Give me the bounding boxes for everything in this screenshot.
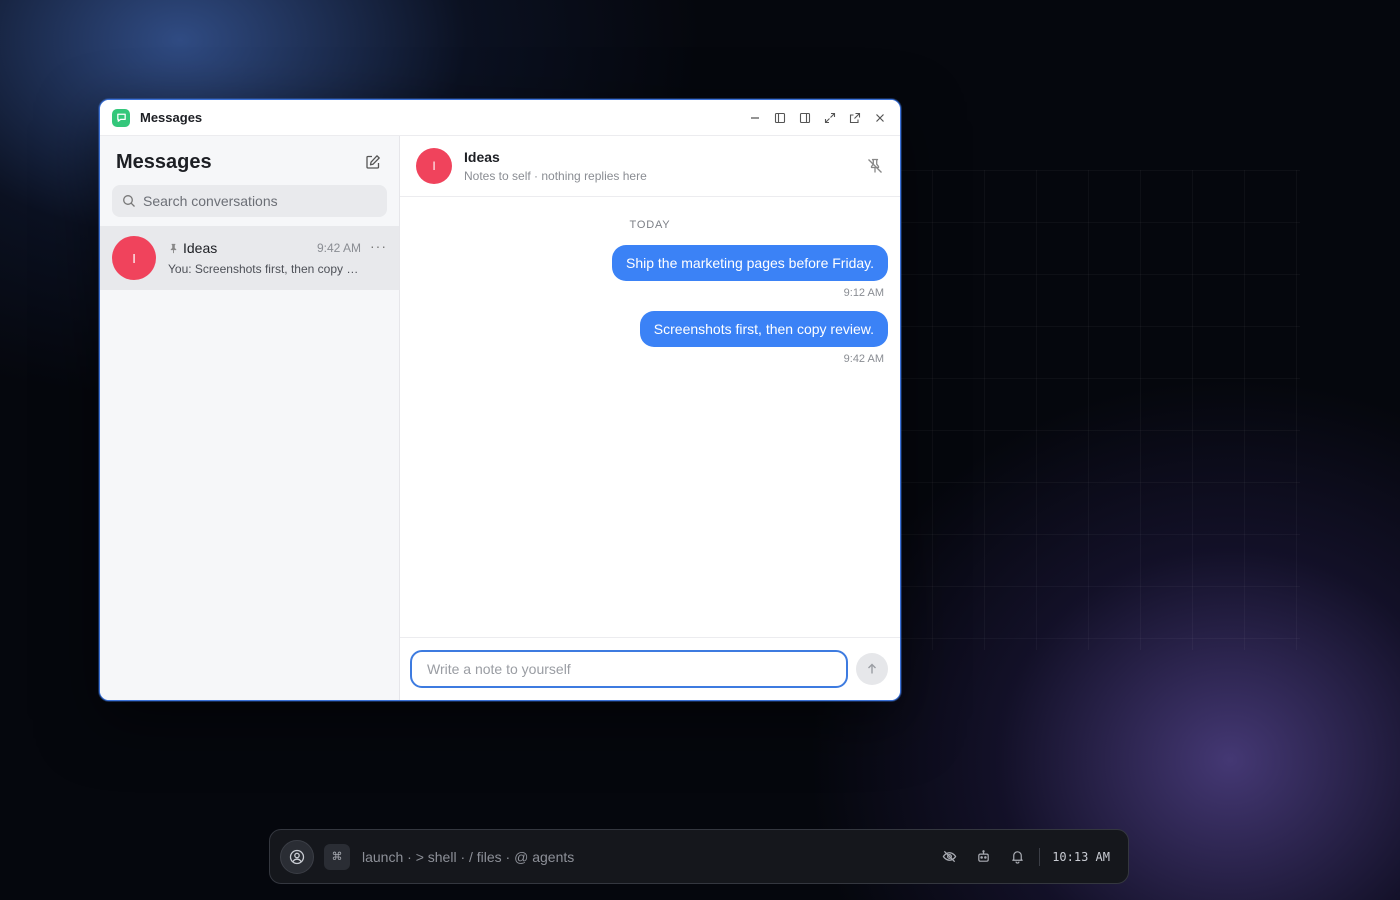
window-title: Messages [140, 110, 203, 125]
desktop-grid-background [880, 170, 1300, 650]
chat-header: I Ideas Notes to self · nothing replies … [400, 136, 900, 197]
message-list: TODAY Ship the marketing pages before Fr… [400, 197, 900, 637]
message-time: 9:42 AM [843, 353, 884, 365]
unpin-icon[interactable] [866, 157, 884, 175]
search-icon [123, 195, 135, 207]
sidebar-left-icon[interactable] [772, 110, 788, 126]
conversation-sidebar: Messages Search conversations I Ideas 9:… [100, 136, 400, 700]
eye-off-icon[interactable] [941, 849, 957, 865]
pop-out-icon[interactable] [847, 110, 863, 126]
note-input-placeholder: Write a note to yourself [427, 661, 571, 677]
day-separator: TODAY [629, 219, 671, 231]
conversation-preview: You: Screenshots first, then copy review… [168, 262, 360, 276]
conversation-name: Ideas [183, 240, 218, 256]
note-input[interactable]: Write a note to yourself [410, 650, 848, 688]
maximize-icon[interactable] [822, 110, 838, 126]
minimize-icon[interactable] [747, 110, 763, 126]
launcher-hint[interactable]: launch · > shell · / files · @ agents [362, 849, 574, 865]
clock[interactable]: 10:13 AM [1052, 850, 1110, 864]
message: Screenshots first, then copy review. 9:4… [400, 311, 900, 365]
search-input[interactable]: Search conversations [112, 185, 387, 217]
conversation-item-ideas[interactable]: I Ideas 9:42 AM You: Screenshots first, … [100, 226, 399, 290]
message-bubble[interactable]: Ship the marketing pages before Friday. [612, 245, 888, 281]
avatar: I [112, 236, 156, 280]
compose-icon[interactable] [363, 152, 383, 172]
taskbar-divider [1039, 847, 1041, 866]
message: Ship the marketing pages before Friday. … [400, 245, 900, 299]
command-key-icon[interactable]: ⌘ [324, 843, 350, 870]
close-icon[interactable] [872, 110, 888, 126]
message-time: 9:12 AM [843, 287, 884, 299]
taskbar: ⌘ launch · > shell · / files · @ agents … [269, 829, 1129, 884]
window-titlebar[interactable]: Messages [100, 100, 900, 136]
sidebar-title: Messages [116, 150, 212, 173]
chat-avatar: I [416, 148, 452, 184]
user-icon [289, 849, 305, 864]
chat-title: Ideas [464, 149, 500, 165]
user-account-button[interactable] [280, 839, 314, 874]
pin-icon [170, 243, 177, 253]
sidebar-right-icon[interactable] [797, 110, 813, 126]
conversation-time: 9:42 AM [316, 241, 361, 255]
search-placeholder: Search conversations [143, 193, 278, 209]
more-options-icon[interactable]: ··· [370, 238, 387, 254]
messages-window: Messages Messages Search conversations I… [99, 99, 901, 701]
arrow-up-icon [868, 663, 876, 674]
robot-icon[interactable] [975, 849, 991, 865]
chat-pane: I Ideas Notes to self · nothing replies … [400, 136, 900, 700]
message-bubble[interactable]: Screenshots first, then copy review. [639, 311, 888, 347]
send-button[interactable] [856, 653, 888, 685]
bell-icon[interactable] [1009, 849, 1025, 865]
messages-app-icon [112, 108, 130, 127]
chat-subtitle: Notes to self · nothing replies here [464, 169, 647, 183]
composer: Write a note to yourself [400, 637, 900, 700]
